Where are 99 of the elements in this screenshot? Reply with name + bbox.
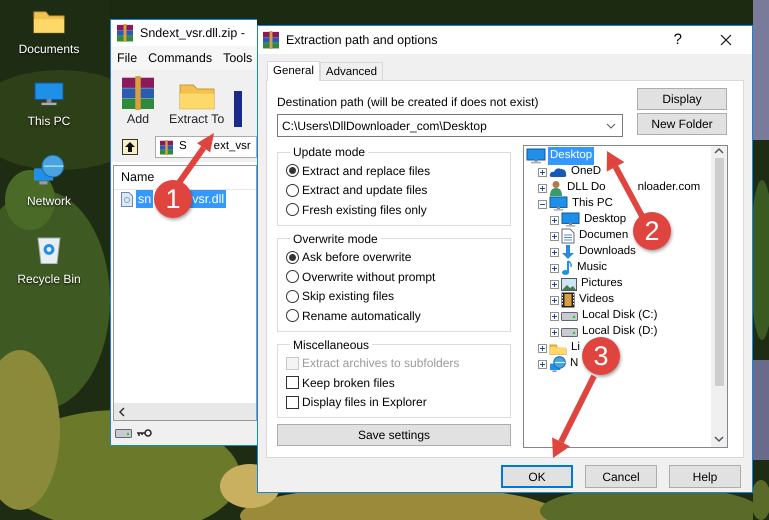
scrollbar[interactable] — [114, 403, 256, 420]
radio-button[interactable] — [286, 290, 299, 303]
scrollbar[interactable] — [711, 146, 727, 447]
books-icon — [121, 76, 155, 110]
path-field[interactable]: S ext_vsr — [155, 136, 257, 158]
radio-option[interactable]: Ask before overwrite — [286, 248, 502, 267]
dialog-button[interactable]: Display — [637, 88, 727, 110]
menu-item[interactable]: Commands — [148, 48, 212, 68]
books-icon — [159, 140, 174, 154]
globe-icon — [549, 356, 566, 372]
monitor-icon — [526, 148, 546, 164]
book-icon — [234, 89, 242, 129]
radio-option[interactable]: Overwrite without prompt — [286, 267, 502, 286]
drive-icon — [561, 328, 578, 336]
help-button[interactable]: ? — [670, 28, 686, 52]
tree-item[interactable]: Local Disk (C:) — [580, 307, 660, 325]
chevron-up-icon — [714, 146, 724, 156]
scrollbar-thumb[interactable] — [714, 158, 724, 386]
cloud-icon — [549, 166, 567, 178]
radio-option[interactable]: Extract and replace files — [286, 161, 502, 180]
checkbox[interactable] — [286, 376, 299, 390]
menu-item[interactable]: File — [117, 48, 138, 68]
expand-icon[interactable] — [550, 216, 559, 224]
chevron-left-icon — [118, 406, 126, 416]
tree-item[interactable]: Desktop — [582, 211, 628, 229]
expand-icon[interactable] — [550, 232, 559, 240]
file-icon — [121, 192, 133, 206]
key-icon — [136, 429, 152, 437]
up-button[interactable] — [119, 136, 141, 158]
monitor-icon — [561, 212, 580, 228]
column-header[interactable]: Name — [121, 168, 154, 187]
expand-icon[interactable] — [550, 296, 559, 304]
expand-icon[interactable] — [538, 168, 547, 176]
radio-option[interactable]: Skip existing files — [286, 286, 502, 306]
tree-item[interactable]: This PC — [570, 195, 615, 213]
tree-item[interactable]: Music — [575, 259, 610, 277]
radio-button[interactable] — [286, 203, 299, 216]
tree-item[interactable]: Li — [569, 339, 582, 357]
group-title: Update mode — [292, 145, 366, 159]
chevron-down-icon — [714, 434, 724, 444]
tree-item[interactable]: Documen — [577, 227, 630, 245]
dialog-button[interactable]: Help — [669, 465, 741, 488]
group-title: Miscellaneous — [292, 338, 370, 352]
radio-button[interactable] — [286, 250, 299, 264]
path-text: ext_vsr — [214, 139, 251, 154]
window-title: Sndext_vsr.dll.zip - — [140, 24, 245, 42]
drive-icon — [561, 312, 578, 320]
tree-item[interactable]: DLL Do — [565, 179, 608, 197]
path-combo-box[interactable]: C:\Users\DllDownloader_com\Desktop — [277, 114, 623, 137]
tree-item[interactable]: Pictures — [579, 275, 625, 293]
dialog-button[interactable]: OK — [501, 465, 573, 488]
collapse-icon[interactable] — [538, 200, 547, 208]
field-label: Destination path (will be created if does not exist) — [277, 94, 540, 111]
drive-icon — [115, 428, 132, 438]
dialog-button[interactable]: Cancel — [585, 465, 657, 488]
books-icon — [116, 24, 134, 42]
checkbox-option[interactable]: Keep broken files — [286, 373, 502, 392]
menu-item[interactable]: Tools — [223, 48, 252, 68]
document-icon — [561, 228, 575, 244]
tree-item[interactable]: N — [568, 355, 580, 373]
toolbar-button[interactable]: Extract To — [165, 81, 228, 129]
monitor-icon — [549, 196, 568, 212]
expand-icon[interactable] — [550, 312, 559, 320]
radio-option[interactable]: Rename automatically — [286, 306, 502, 326]
path-text: S — [179, 139, 187, 154]
books-icon — [262, 31, 280, 49]
film-icon — [561, 292, 575, 308]
radio-button[interactable] — [286, 270, 299, 284]
tab[interactable]: General — [267, 61, 320, 81]
close-icon — [720, 34, 732, 46]
image-icon — [561, 278, 577, 290]
save-settings-button[interactable]: Save settings — [277, 424, 511, 446]
radio-button[interactable] — [286, 164, 299, 178]
radio-option[interactable]: Extract and update files — [286, 180, 502, 200]
chevron-down-icon — [606, 122, 616, 128]
radio-button[interactable] — [286, 184, 299, 197]
checkbox[interactable] — [286, 396, 299, 409]
expand-icon[interactable] — [550, 280, 559, 288]
toolbar-button[interactable]: Add — [117, 76, 159, 129]
radio-option[interactable]: Fresh existing files only — [286, 200, 502, 220]
group-title: Overwrite mode — [292, 232, 379, 246]
expand-icon[interactable] — [538, 360, 547, 368]
tree-item-text: nloader.com — [636, 180, 702, 196]
expand-icon[interactable] — [550, 328, 559, 336]
tree-item[interactable]: Videos — [577, 291, 616, 309]
up-arrow-icon — [122, 139, 138, 155]
dialog-button[interactable]: New Folder — [637, 113, 727, 135]
tree-item[interactable]: OneD — [569, 163, 604, 181]
down-arrow-icon — [561, 244, 575, 260]
expand-icon[interactable] — [538, 344, 547, 352]
expand-icon[interactable] — [538, 184, 547, 192]
expand-icon[interactable] — [550, 264, 559, 272]
expand-icon[interactable] — [550, 248, 559, 256]
user-icon — [549, 180, 563, 196]
dialog-title: Extraction path and options — [286, 32, 438, 49]
tab[interactable]: Advanced — [320, 62, 384, 80]
radio-button[interactable] — [286, 309, 299, 322]
music-note-icon — [561, 260, 573, 276]
checkbox-option[interactable]: Display files in Explorer — [286, 392, 502, 412]
